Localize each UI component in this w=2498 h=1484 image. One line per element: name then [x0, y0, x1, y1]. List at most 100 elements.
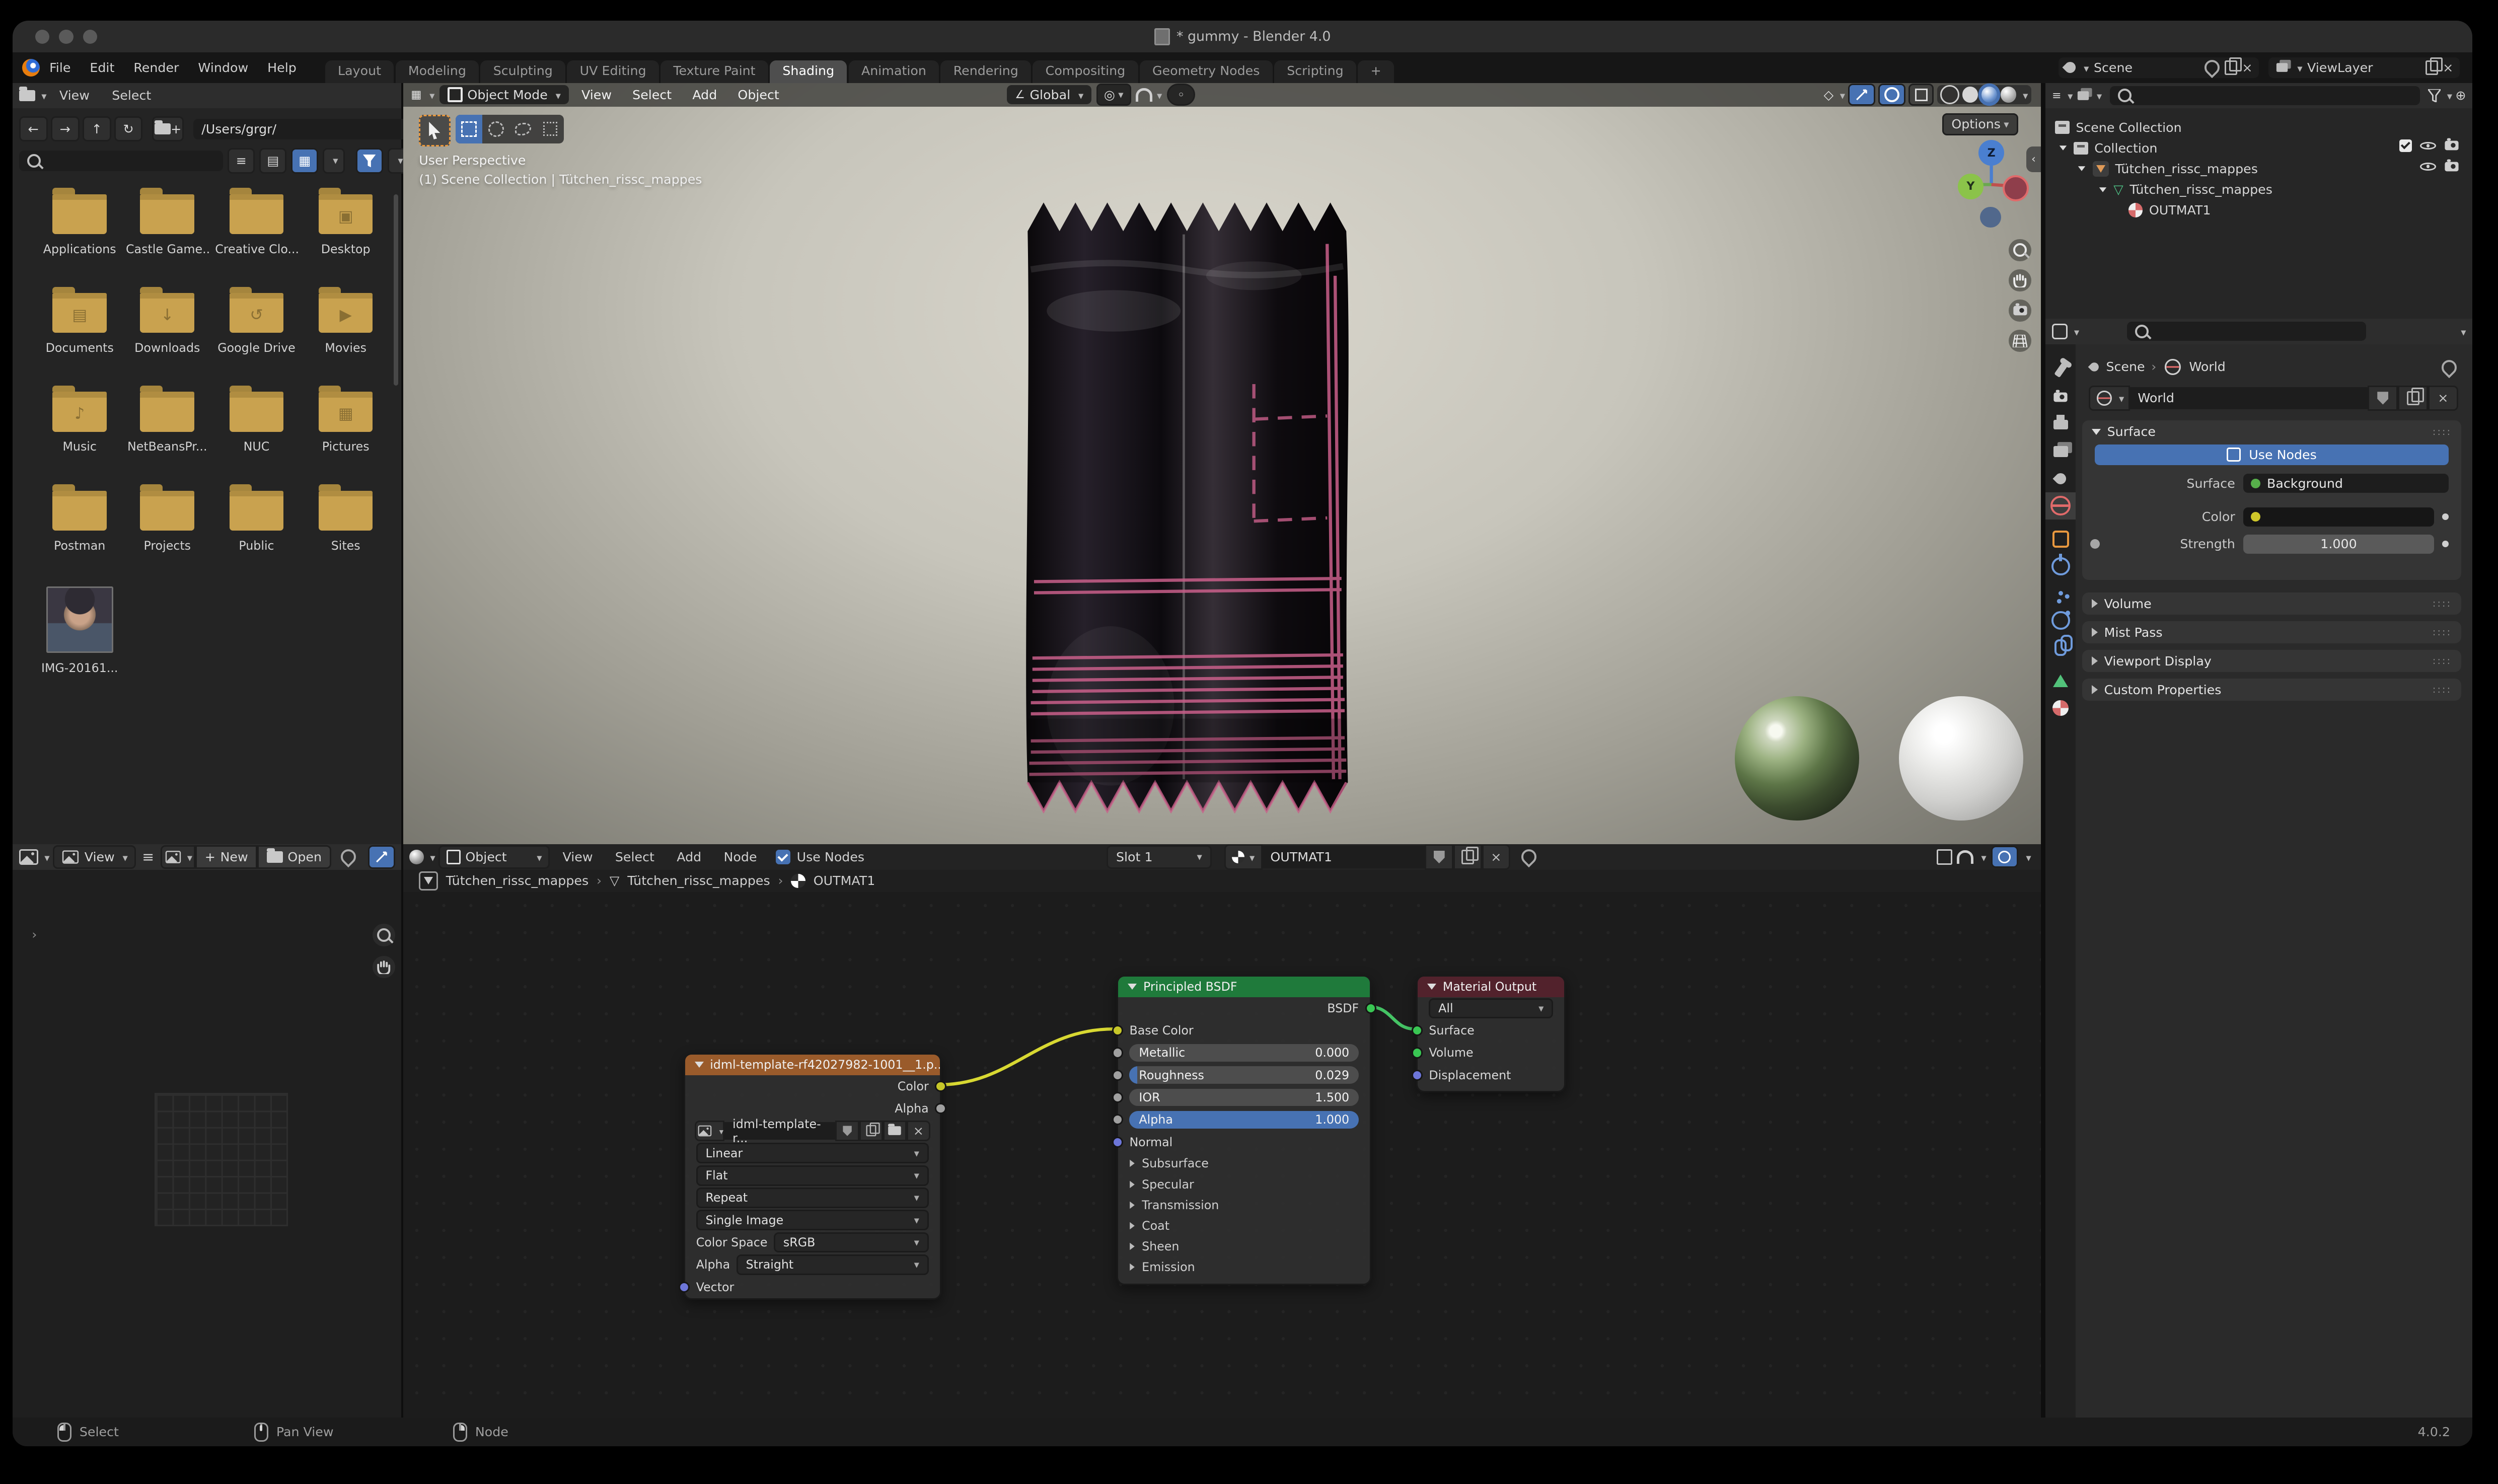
displacement-input[interactable]: Displacement — [1411, 1064, 1564, 1086]
panel-drag-dots[interactable]: :::: — [2433, 426, 2452, 437]
sheen-section[interactable]: Sheen — [1118, 1236, 1370, 1256]
copy-icon[interactable] — [2224, 57, 2242, 75]
properties-editor-dropdown[interactable] — [2071, 324, 2080, 339]
image-color-output[interactable]: Color — [685, 1075, 946, 1097]
snap-dropdown[interactable] — [1978, 850, 1987, 864]
pin-icon[interactable] — [1518, 846, 1540, 868]
volume-panel[interactable]: Volume:::: — [2082, 592, 2462, 615]
open-image-button[interactable] — [883, 1121, 907, 1141]
gizmo-z-axis[interactable]: Z — [1978, 140, 2004, 166]
shader-editor-type-dropdown[interactable] — [427, 850, 435, 864]
display-size-dropdown[interactable] — [323, 148, 345, 174]
image-editor-type-icon[interactable] — [19, 849, 38, 865]
display-detail-button[interactable]: ▤ — [259, 148, 286, 174]
file-browser-menu-select[interactable]: Select — [102, 88, 161, 103]
material-slot-dropdown[interactable]: Slot 1 — [1107, 845, 1212, 869]
bsdf-output-socket[interactable] — [1365, 1002, 1376, 1014]
hide-eye-icon[interactable] — [2419, 159, 2436, 173]
ior-slider[interactable]: IOR 1.500 — [1129, 1088, 1359, 1106]
target-dropdown[interactable]: All ▾ — [1429, 998, 1554, 1019]
shader-menu-node[interactable]: Node — [714, 850, 767, 864]
file-item[interactable]: ▤ Documents — [38, 286, 121, 355]
viewport-menu-view[interactable]: View — [573, 88, 620, 102]
base-color-socket[interactable] — [1112, 1025, 1123, 1036]
shading-solid-icon[interactable] — [1962, 87, 1978, 103]
world-name-field[interactable]: World — [2129, 387, 2368, 410]
snap-icon[interactable] — [1136, 88, 1152, 102]
color-space-dropdown[interactable]: sRGB ▾ — [774, 1232, 929, 1253]
viewport-display-panel[interactable]: Viewport Display:::: — [2082, 650, 2462, 673]
outliner-display-dropdown[interactable] — [2094, 88, 2102, 103]
tab-scripting[interactable]: Scripting — [1274, 60, 1356, 83]
display-list-button[interactable]: ≡ — [228, 148, 255, 174]
tab-render-icon[interactable] — [2045, 384, 2076, 411]
surface-panel-header[interactable]: Surface :::: — [2082, 420, 2461, 442]
show-gizmo-dropdown[interactable]: ◇ — [1824, 88, 1833, 102]
shader-menu-view[interactable]: View — [553, 850, 603, 864]
perspective-grid-button[interactable] — [2009, 330, 2031, 352]
base-color-input[interactable]: Base Color — [1112, 1019, 1370, 1042]
properties-options-dropdown[interactable] — [2458, 324, 2466, 339]
shading-dropdown[interactable] — [2020, 88, 2028, 102]
file-item[interactable]: ↺ Google Drive — [215, 286, 298, 355]
tab-shading[interactable]: Shading — [770, 60, 847, 83]
interpolation-dropdown[interactable]: Linear ▾ — [696, 1143, 929, 1164]
scrollbar[interactable] — [393, 194, 399, 386]
surface-socket[interactable] — [1411, 1025, 1423, 1036]
update-automatically-toggle[interactable] — [368, 845, 395, 869]
viewport-editor-type-dropdown[interactable] — [426, 88, 435, 102]
new-image-button[interactable]: + New — [195, 845, 258, 869]
hamburger-menu-icon[interactable]: ≡ — [142, 849, 154, 865]
vector-input-socket[interactable] — [678, 1281, 690, 1293]
gizmo-y-axis[interactable]: Y — [1958, 173, 1983, 199]
collection-checkbox[interactable] — [2399, 139, 2412, 153]
file-item[interactable]: ↓ Downloads — [126, 286, 209, 355]
shading-rendered-icon[interactable] — [2000, 87, 2017, 103]
image-editor-type-dropdown[interactable] — [41, 850, 50, 864]
region-expand-arrow[interactable]: › — [32, 927, 37, 942]
unlink-datablock-button[interactable] — [2428, 385, 2458, 411]
alpha-output-socket[interactable] — [935, 1103, 946, 1115]
select-circle-tool-button[interactable] — [482, 115, 509, 143]
file-item[interactable]: Sites — [304, 484, 387, 553]
overlays-toggle-icon[interactable] — [1936, 849, 1952, 865]
tab-compositing[interactable]: Compositing — [1033, 60, 1138, 83]
show-overlays-toggle[interactable] — [1878, 84, 1905, 106]
xray-toggle[interactable] — [1908, 84, 1934, 106]
world-color-swatch[interactable] — [2243, 507, 2435, 527]
outliner-row-collection[interactable]: Collection — [2059, 138, 2157, 158]
auto-render-toggle[interactable] — [1991, 846, 2018, 868]
copy-icon[interactable] — [2425, 57, 2443, 75]
back-button[interactable]: ← — [19, 116, 48, 142]
outliner-display-mode-icon[interactable] — [2077, 91, 2089, 100]
tab-rendering[interactable]: Rendering — [940, 60, 1032, 83]
breadcrumb-material[interactable]: OUTMAT1 — [814, 873, 875, 888]
file-item[interactable]: ▦ Pictures — [304, 385, 387, 454]
open-image-button[interactable]: Open — [257, 845, 331, 869]
breadcrumb-world[interactable]: World — [2189, 359, 2226, 374]
close-icon[interactable] — [2242, 60, 2252, 75]
image-zoom-button[interactable] — [373, 924, 395, 946]
file-browser-editor-icon[interactable] — [19, 87, 35, 101]
metallic-slider[interactable]: Metallic 0.000 — [1129, 1044, 1359, 1062]
file-item[interactable]: ▶ Movies — [304, 286, 387, 355]
image-texture-node[interactable]: idml-template-rf42027982-1001__1.p... Co… — [678, 1053, 946, 1300]
viewport-menu-select[interactable]: Select — [624, 88, 680, 102]
proportional-edit-icon[interactable]: ◦ — [1166, 84, 1196, 106]
tab-uv-editing[interactable]: UV Editing — [567, 60, 659, 83]
editor-options-dropdown[interactable] — [2023, 850, 2031, 864]
outliner-row-scene-collection[interactable]: Scene Collection — [2055, 118, 2182, 137]
menu-render[interactable]: Render — [124, 60, 188, 75]
expand-caret-icon[interactable] — [2078, 166, 2086, 172]
outliner-filter-icon[interactable] — [2428, 89, 2441, 102]
use-nodes-checkbox[interactable] — [776, 850, 790, 864]
roughness-slider[interactable]: Roughness 0.029 — [1129, 1066, 1359, 1084]
color-output-socket[interactable] — [935, 1080, 946, 1092]
mode-dropdown[interactable]: Object Mode — [439, 85, 569, 105]
select-more-tool-button[interactable] — [537, 115, 564, 143]
select-lasso-tool-button[interactable] — [509, 115, 537, 143]
transmission-section[interactable]: Transmission — [1118, 1195, 1370, 1215]
editor-type-dropdown-icon[interactable] — [38, 88, 47, 103]
tab-data-icon[interactable] — [2045, 667, 2076, 695]
specular-section[interactable]: Specular — [1118, 1174, 1370, 1195]
